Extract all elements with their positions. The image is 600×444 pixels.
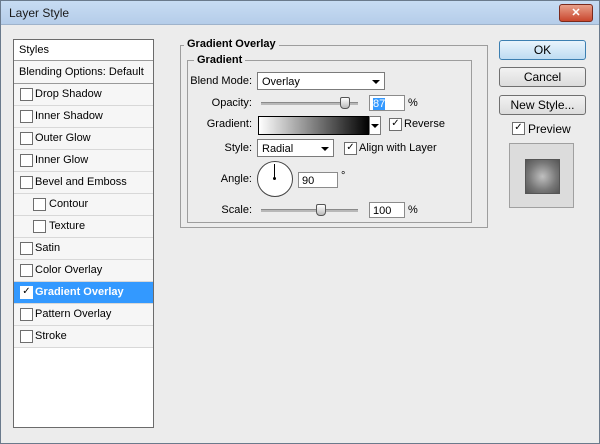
checkbox[interactable] bbox=[20, 264, 33, 277]
close-button[interactable]: ✕ bbox=[559, 4, 593, 22]
gradient-label: Gradient: bbox=[206, 118, 252, 130]
group-title: Gradient bbox=[194, 54, 246, 66]
opacity-label: Opacity: bbox=[211, 97, 252, 109]
preview-thumbnail bbox=[509, 143, 574, 208]
gradient-preview[interactable] bbox=[258, 116, 370, 135]
blend-mode-label: Blend Mode: bbox=[190, 75, 252, 87]
scale-value: 100 bbox=[373, 205, 392, 217]
checkbox[interactable] bbox=[33, 198, 46, 211]
style-item-label: Stroke bbox=[35, 330, 67, 342]
style-value: Radial bbox=[262, 143, 294, 155]
angle-input[interactable]: 90 bbox=[298, 172, 338, 188]
scale-unit: % bbox=[408, 204, 418, 216]
style-item-contour[interactable]: Contour bbox=[14, 194, 153, 216]
style-item-label: Inner Glow bbox=[35, 154, 89, 166]
angle-center bbox=[273, 177, 276, 180]
style-item-label: Texture bbox=[49, 220, 86, 232]
angle-label: Angle: bbox=[220, 173, 252, 185]
style-item-label: Bevel and Emboss bbox=[35, 176, 127, 188]
scale-input[interactable]: 100 bbox=[369, 202, 405, 218]
cancel-button[interactable]: Cancel bbox=[499, 67, 586, 87]
styles-header[interactable]: Styles bbox=[14, 40, 153, 61]
opacity-value: 87 bbox=[373, 98, 386, 110]
style-item-drop-shadow[interactable]: Drop Shadow bbox=[14, 84, 153, 106]
style-item-label: Contour bbox=[49, 198, 89, 210]
style-item-label: Inner Shadow bbox=[35, 110, 103, 122]
checkbox[interactable] bbox=[33, 220, 46, 233]
align-with-layer-label: Align with Layer bbox=[359, 142, 437, 154]
preview-swatch bbox=[525, 159, 560, 194]
style-item-satin[interactable]: Satin bbox=[14, 238, 153, 260]
gradient-picker-dropdown[interactable] bbox=[369, 116, 381, 135]
style-item-label: Satin bbox=[35, 242, 61, 254]
window-title: Layer Style bbox=[9, 6, 70, 20]
blend-mode-select[interactable]: Overlay bbox=[257, 72, 385, 90]
opacity-input[interactable]: 87 bbox=[369, 95, 405, 111]
style-item-pattern-overlay[interactable]: Pattern Overlay bbox=[14, 304, 153, 326]
preview-label: Preview bbox=[528, 122, 571, 136]
style-item-bevel-emboss[interactable]: Bevel and Emboss bbox=[14, 172, 153, 194]
blend-mode-value: Overlay bbox=[262, 76, 300, 88]
reverse-label: Reverse bbox=[404, 118, 445, 130]
angle-unit: ° bbox=[341, 170, 346, 182]
checkbox[interactable] bbox=[20, 88, 33, 101]
style-select[interactable]: Radial bbox=[257, 139, 334, 157]
chevron-down-icon bbox=[321, 147, 329, 151]
scale-slider-handle[interactable] bbox=[316, 204, 327, 216]
checkbox[interactable] bbox=[20, 242, 33, 255]
style-item-gradient-overlay[interactable]: ✓ Gradient Overlay bbox=[14, 282, 153, 304]
angle-value: 90 bbox=[302, 175, 315, 187]
style-item-inner-glow[interactable]: Inner Glow bbox=[14, 150, 153, 172]
chevron-down-icon bbox=[371, 124, 379, 128]
title-bar: Layer Style ✕ bbox=[1, 1, 599, 25]
style-item-label: Drop Shadow bbox=[35, 88, 102, 100]
styles-list: Styles Blending Options: Default Drop Sh… bbox=[13, 39, 154, 428]
style-item-color-overlay[interactable]: Color Overlay bbox=[14, 260, 153, 282]
blending-options-item[interactable]: Blending Options: Default bbox=[14, 61, 153, 84]
chevron-down-icon bbox=[372, 80, 380, 84]
style-item-label: Pattern Overlay bbox=[35, 308, 112, 320]
style-item-label: Outer Glow bbox=[35, 132, 91, 144]
checkbox[interactable]: ✓ bbox=[20, 286, 33, 299]
opacity-slider-handle[interactable] bbox=[340, 97, 351, 109]
checkbox[interactable] bbox=[20, 132, 33, 145]
style-item-outer-glow[interactable]: Outer Glow bbox=[14, 128, 153, 150]
preview-checkbox[interactable]: ✓ bbox=[512, 122, 525, 135]
style-item-stroke[interactable]: Stroke bbox=[14, 326, 153, 348]
style-item-label: Gradient Overlay bbox=[35, 286, 124, 298]
checkbox[interactable] bbox=[20, 110, 33, 123]
checkbox[interactable] bbox=[20, 154, 33, 167]
scale-label: Scale: bbox=[221, 204, 252, 216]
style-label: Style: bbox=[224, 142, 252, 154]
style-item-inner-shadow[interactable]: Inner Shadow bbox=[14, 106, 153, 128]
ok-button[interactable]: OK bbox=[499, 40, 586, 60]
angle-dial[interactable] bbox=[257, 161, 293, 197]
style-item-texture[interactable]: Texture bbox=[14, 216, 153, 238]
checkbox[interactable] bbox=[20, 308, 33, 321]
close-icon: ✕ bbox=[571, 7, 581, 19]
reverse-checkbox[interactable]: ✓ bbox=[389, 118, 402, 131]
style-item-label: Color Overlay bbox=[35, 264, 103, 276]
checkbox[interactable] bbox=[20, 176, 33, 189]
align-with-layer-checkbox[interactable]: ✓ bbox=[344, 142, 357, 155]
new-style-button[interactable]: New Style... bbox=[499, 95, 586, 115]
section-title: Gradient Overlay bbox=[184, 38, 279, 50]
checkbox[interactable] bbox=[20, 330, 33, 343]
opacity-unit: % bbox=[408, 97, 418, 109]
scale-slider-track[interactable] bbox=[261, 209, 358, 212]
